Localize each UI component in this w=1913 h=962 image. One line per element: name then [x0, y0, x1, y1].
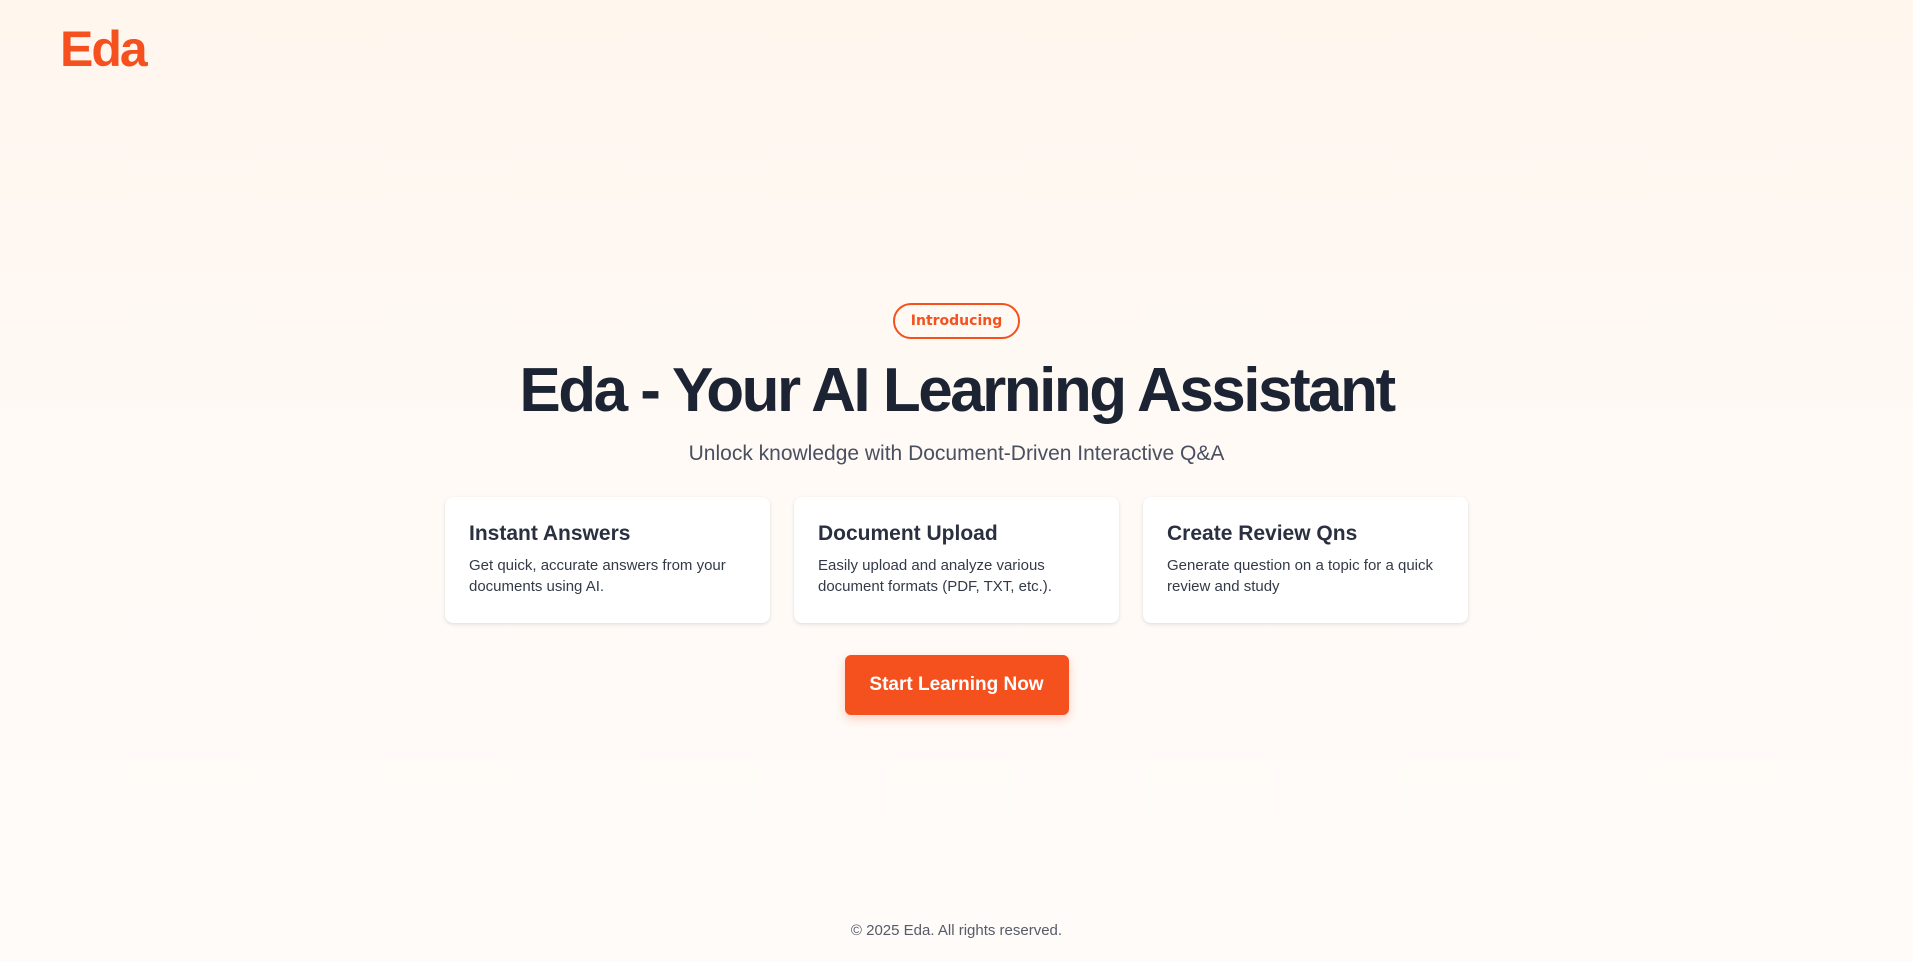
feature-card-document-upload: Document Upload Easily upload and analyz…: [794, 497, 1119, 623]
feature-card-title: Instant Answers: [469, 522, 631, 545]
feature-card-description: Generate question on a topic for a quick…: [1167, 557, 1434, 595]
feature-card-title: Document Upload: [818, 522, 998, 545]
feature-card-description: Get quick, accurate answers from your do…: [469, 557, 726, 595]
hero-section: Introducing Eda - Your AI Learning Assis…: [0, 303, 1913, 715]
introducing-badge: Introducing: [892, 303, 1021, 339]
feature-card-create-review-qns: Create Review Qns Generate question on a…: [1143, 497, 1468, 623]
page-title: Eda - Your AI Learning Assistant: [519, 356, 1396, 425]
feature-card-description: Easily upload and analyze various docume…: [818, 557, 1052, 595]
start-learning-button[interactable]: Start Learning Now: [844, 655, 1069, 715]
feature-cards: Instant Answers Get quick, accurate answ…: [445, 497, 1468, 623]
feature-card-instant-answers: Instant Answers Get quick, accurate answ…: [445, 497, 770, 623]
footer-copyright: © 2025 Eda. All rights reserved.: [850, 922, 1063, 939]
logo[interactable]: Eda: [60, 24, 148, 74]
page-subtitle: Unlock knowledge with Document-Driven In…: [688, 442, 1225, 465]
feature-card-title: Create Review Qns: [1167, 522, 1358, 545]
